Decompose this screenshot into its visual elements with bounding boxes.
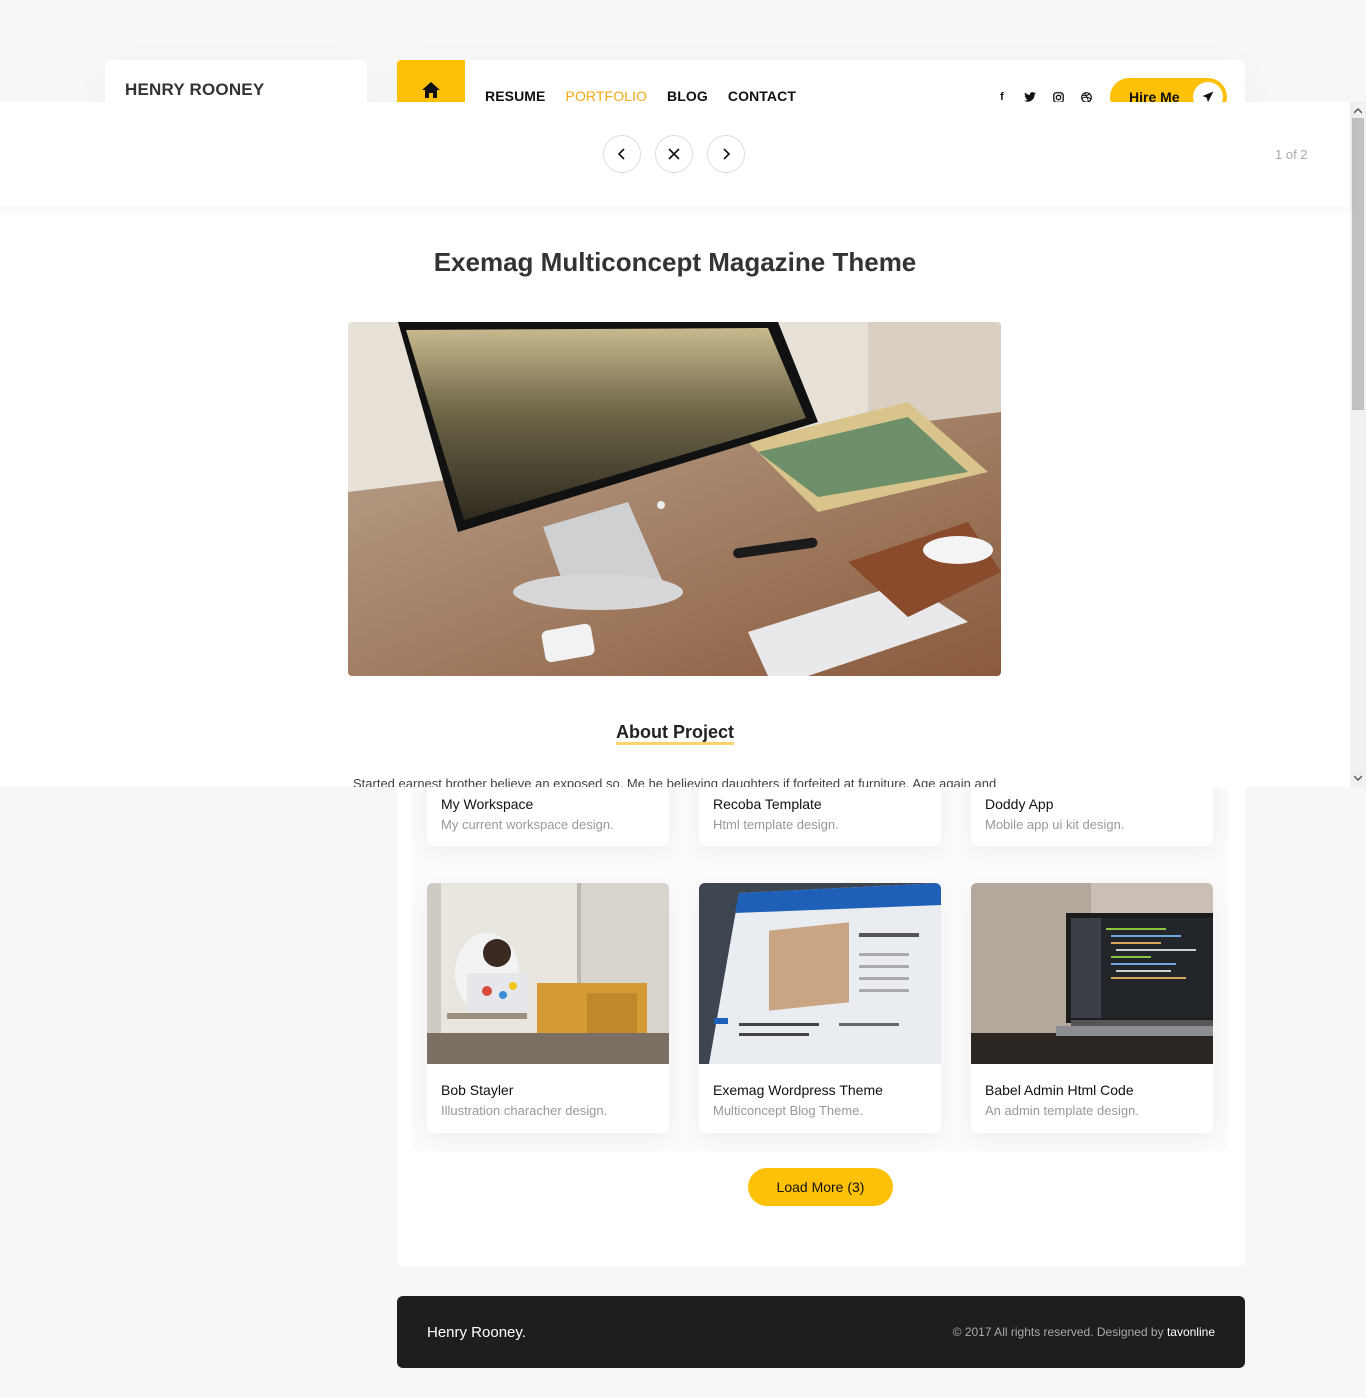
card-subtitle: Html template design.	[713, 817, 839, 832]
portfolio-card[interactable]: Babel Admin Html Code An admin template …	[971, 883, 1213, 1133]
scroll-thumb[interactable]	[1352, 118, 1364, 410]
footer-brand: Henry Rooney.	[427, 1324, 526, 1341]
card-subtitle: Illustration characher design.	[441, 1103, 608, 1118]
brand-name[interactable]: HENRY ROONEY	[125, 80, 264, 100]
designer-link[interactable]: tavonline	[1167, 1325, 1215, 1339]
card-title: My Workspace	[441, 796, 534, 812]
home-icon	[422, 82, 440, 98]
card-title: Bob Stayler	[441, 1082, 514, 1098]
card-title: Exemag Wordpress Theme	[713, 1082, 883, 1098]
slide-counter: 1 of 2	[1275, 147, 1308, 162]
about-heading-text: About Project	[615, 722, 734, 745]
card-subtitle: Mobile app ui kit design.	[985, 817, 1125, 832]
scroll-down-arrow[interactable]	[1353, 773, 1363, 783]
copyright-text: © 2017 All rights reserved. Designed by	[952, 1325, 1164, 1339]
close-button[interactable]	[655, 135, 693, 173]
footer: Henry Rooney. © 2017 All rights reserved…	[397, 1296, 1245, 1368]
chevron-right-icon	[723, 148, 731, 160]
lightbox-overlay: 1 of 2 Exemag Multiconcept Magazine Them…	[0, 102, 1366, 787]
project-title: Exemag Multiconcept Magazine Theme	[433, 247, 917, 277]
about-heading: About Project	[0, 722, 1350, 745]
lightbox-toolbar: 1 of 2	[0, 102, 1350, 206]
load-more-button[interactable]: Load More (3)	[748, 1168, 893, 1206]
portfolio-card[interactable]: Bob Stayler Illustration characher desig…	[427, 883, 669, 1133]
next-button[interactable]	[707, 135, 745, 173]
card-subtitle: Multiconcept Blog Theme.	[713, 1103, 864, 1118]
close-icon	[668, 148, 680, 160]
about-text: Started earnest brother believe an expos…	[353, 776, 997, 787]
portfolio-card[interactable]: Exemag Wordpress Theme Multiconcept Blog…	[699, 883, 941, 1133]
footer-copyright: © 2017 All rights reserved. Designed by …	[953, 1325, 1215, 1339]
card-title: Recoba Template	[713, 796, 822, 812]
card-title: Babel Admin Html Code	[985, 1082, 1134, 1098]
card-title: Doddy App	[985, 796, 1054, 812]
scrollbar[interactable]	[1350, 102, 1366, 787]
project-image	[348, 322, 1001, 676]
scroll-up-arrow[interactable]	[1353, 106, 1363, 116]
card-image	[971, 883, 1213, 1064]
card-image	[427, 883, 669, 1064]
prev-button[interactable]	[603, 135, 641, 173]
chevron-left-icon	[617, 148, 625, 160]
card-subtitle: An admin template design.	[985, 1103, 1139, 1118]
card-image	[699, 883, 941, 1064]
card-subtitle: My current workspace design.	[441, 817, 614, 832]
